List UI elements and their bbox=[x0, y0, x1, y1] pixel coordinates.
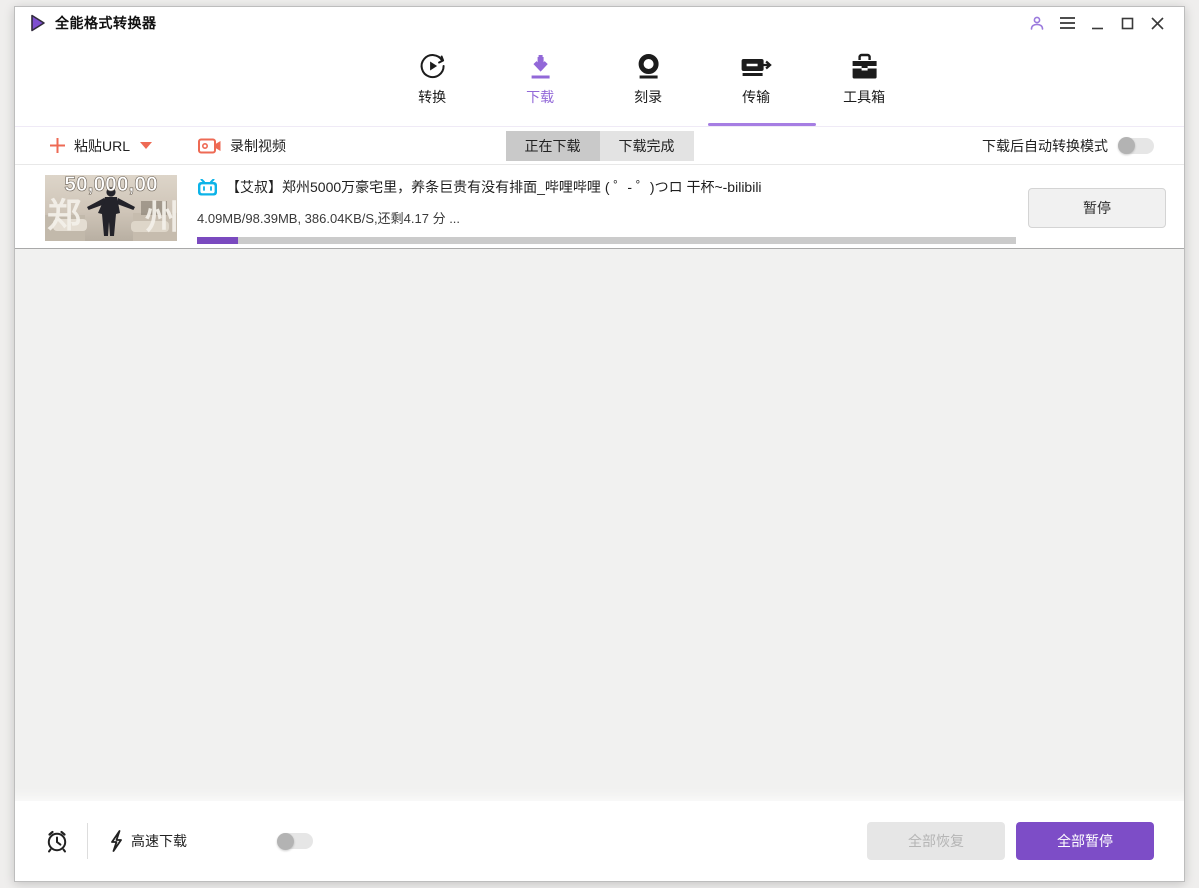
video-thumbnail: 50,000,00 郑 州 bbox=[45, 175, 177, 241]
auto-convert-setting: 下载后自动转换模式 bbox=[982, 136, 1154, 156]
app-title: 全能格式转换器 bbox=[55, 15, 157, 31]
convert-icon bbox=[417, 47, 447, 81]
toggle-knob bbox=[277, 832, 294, 850]
download-icon bbox=[527, 47, 553, 81]
tab-toolbox-label: 工具箱 bbox=[843, 89, 886, 105]
thumbnail-right-char: 州 bbox=[145, 198, 177, 238]
transfer-icon bbox=[740, 47, 772, 81]
tab-download[interactable]: 下载 bbox=[486, 47, 594, 107]
high-speed-download-label: 高速下载 bbox=[131, 833, 187, 849]
tab-transfer[interactable]: 传输 bbox=[702, 47, 810, 107]
toolbox-icon bbox=[849, 47, 879, 81]
auto-convert-label: 下载后自动转换模式 bbox=[982, 137, 1108, 154]
download-subtabs: 正在下载 下载完成 bbox=[505, 131, 694, 161]
download-progress-text: 4.09MB/98.39MB, 386.04KB/S,还剩4.17 分 ... bbox=[197, 211, 461, 226]
tab-convert-label: 转换 bbox=[418, 89, 447, 105]
resume-all-button[interactable]: 全部恢复 bbox=[867, 822, 1005, 860]
download-list-item[interactable]: 50,000,00 郑 州 【艾叔】郑州5000万豪宅里，养条巨贵有没有排面_哔… bbox=[15, 165, 1184, 249]
tab-download-label: 下载 bbox=[526, 89, 555, 105]
burn-icon bbox=[635, 47, 661, 81]
footer-bar: 高速下载 全部恢复 全部暂停 bbox=[15, 801, 1184, 881]
download-toolbar: 粘贴URL 录制视频 正在下载 下载完成 下载后自动转换模式 bbox=[15, 127, 1184, 165]
minimize-button[interactable] bbox=[1082, 11, 1112, 35]
progress-bar-fill bbox=[197, 237, 238, 244]
active-tab-underline bbox=[708, 123, 816, 126]
plus-icon bbox=[50, 138, 65, 153]
tab-burn[interactable]: 刻录 bbox=[594, 47, 702, 107]
title-bar: 全能格式转换器 bbox=[15, 7, 1184, 39]
auto-convert-toggle[interactable] bbox=[1118, 137, 1154, 154]
pause-item-button[interactable]: 暂停 bbox=[1028, 188, 1166, 228]
lightning-icon bbox=[111, 830, 122, 852]
maximize-button[interactable] bbox=[1112, 11, 1142, 35]
footer-divider bbox=[87, 823, 88, 859]
menu-icon[interactable] bbox=[1052, 11, 1082, 35]
account-icon[interactable] bbox=[1022, 11, 1052, 35]
download-list-empty-area bbox=[15, 249, 1184, 801]
pause-all-button[interactable]: 全部暂停 bbox=[1016, 822, 1154, 860]
record-video-label: 录制视频 bbox=[230, 137, 287, 154]
subtab-downloading[interactable]: 正在下载 bbox=[505, 131, 600, 161]
paste-url-button[interactable]: 粘贴URL bbox=[49, 136, 153, 156]
thumbnail-price-text: 50,000,00 bbox=[64, 175, 157, 196]
close-button[interactable] bbox=[1142, 11, 1172, 35]
tab-toolbox[interactable]: 工具箱 bbox=[810, 47, 918, 107]
download-item-title: 【艾叔】郑州5000万豪宅里，养条巨贵有没有排面_哔哩哔哩 ( ゜- ゜)つロ … bbox=[226, 179, 762, 195]
app-window: 全能格式转换器 转换 下载 刻录 传输 工具箱 粘贴URL 录制视频 正在下载 … bbox=[14, 6, 1185, 882]
paste-url-label: 粘贴URL bbox=[74, 137, 131, 154]
video-camera-icon bbox=[198, 138, 221, 153]
bilibili-icon bbox=[198, 178, 217, 195]
high-speed-toggle[interactable] bbox=[277, 832, 313, 850]
chevron-down-icon[interactable] bbox=[140, 142, 153, 149]
subtab-completed[interactable]: 下载完成 bbox=[599, 131, 694, 161]
app-logo-icon bbox=[31, 14, 45, 32]
tab-transfer-label: 传输 bbox=[742, 89, 771, 105]
progress-bar-track bbox=[197, 237, 1016, 244]
nav-tabs: 转换 下载 刻录 传输 工具箱 bbox=[378, 47, 918, 107]
download-item-info: 【艾叔】郑州5000万豪宅里，养条巨贵有没有排面_哔哩哔哩 ( ゜- ゜)つロ … bbox=[197, 175, 1016, 244]
tab-burn-label: 刻录 bbox=[634, 89, 663, 105]
record-video-button[interactable]: 录制视频 bbox=[198, 136, 292, 156]
alarm-clock-icon[interactable] bbox=[45, 829, 69, 854]
tab-convert[interactable]: 转换 bbox=[378, 47, 486, 107]
thumbnail-left-char: 郑 bbox=[47, 196, 81, 236]
main-navigation: 转换 下载 刻录 传输 工具箱 bbox=[15, 39, 1184, 127]
toggle-knob bbox=[1118, 137, 1135, 154]
